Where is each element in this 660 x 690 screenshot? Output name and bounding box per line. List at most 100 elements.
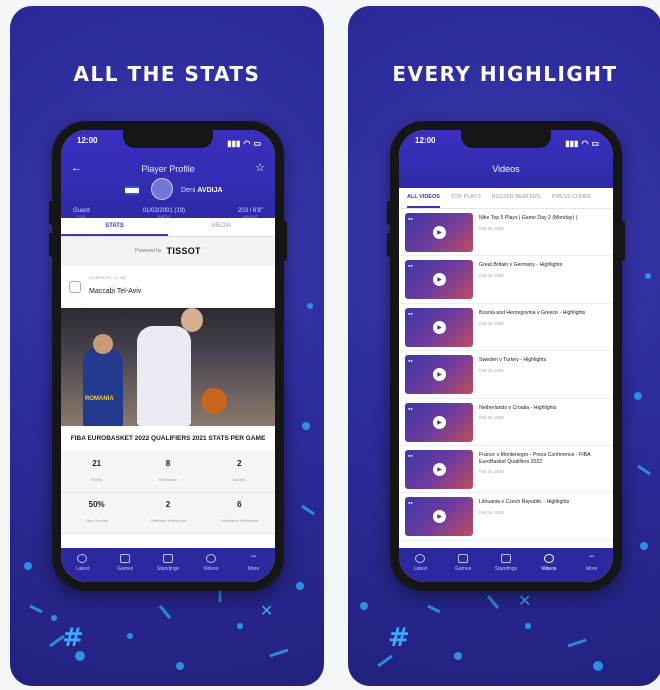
- fiba-logo-icon: ●●: [408, 452, 413, 458]
- fiba-logo-icon: ●●: [408, 263, 413, 269]
- volume-button: [387, 201, 390, 225]
- list-item[interactable]: ●● ▶ Sweden v Turkey - Highlights Feb 25, 2…: [399, 351, 613, 399]
- signal-icon: ▮▮▮: [227, 138, 241, 148]
- meta-label: HEIGHT: [242, 214, 259, 219]
- list-item[interactable]: ●● ▶ Netherlands v Croatia - Highlights Feb…: [399, 399, 613, 446]
- list-item[interactable]: ●● ▶ Bosnia and Herzegovina v Greece - Hig…: [399, 304, 613, 352]
- stat-label: Offensive Rebounds: [149, 518, 187, 523]
- phone-screen: 12:00 ▮▮▮ ◠ ▭ Videos ALL VIDEOS TOP PLAY…: [399, 130, 613, 582]
- tab-more[interactable]: ••• More: [572, 554, 612, 582]
- video-category-tabs: ALL VIDEOS TOP PLAYS BUZZER BEATERS PRES…: [399, 188, 613, 209]
- wifi-icon: ◠: [243, 138, 251, 148]
- stat-offensive-rebounds: 2 Offensive Rebounds: [132, 493, 204, 534]
- calendar-icon: [120, 554, 131, 563]
- svg-text:✕: ✕: [518, 591, 531, 610]
- video-thumbnail: ●● ▶: [405, 213, 473, 252]
- tab-latest[interactable]: Latest: [400, 554, 440, 582]
- tab-top-plays[interactable]: TOP PLAYS: [451, 188, 481, 208]
- israel-flag-icon: [125, 186, 139, 195]
- tab-standings[interactable]: Standings: [148, 554, 188, 582]
- play-icon: ▶: [433, 415, 446, 429]
- current-club[interactable]: CURRENT CLUB Maccabi Tel-Aviv: [61, 265, 275, 308]
- tab-videos[interactable]: Videos: [529, 554, 569, 582]
- tab-label: More: [585, 566, 598, 572]
- stat-label: Assists: [232, 477, 246, 482]
- photo-player-left-head: [93, 334, 113, 354]
- tab-label: Latest: [75, 566, 90, 572]
- list-item[interactable]: ●● ▶ Great Britain v Germany - Highlights F…: [399, 256, 613, 304]
- calendar-icon: [458, 554, 469, 563]
- promo-panel-stats: # ✕ ALL THE STATS 12:00 ▮▮▮ ◠ ▭ ← Player…: [10, 6, 324, 686]
- headline: ALL THE STATS: [73, 62, 261, 86]
- stat-rebounds: 8 Rebounds: [132, 452, 204, 493]
- video-date: Feb 25, 2020: [479, 415, 504, 421]
- page-title: Player Profile: [141, 164, 195, 174]
- club-name: Maccabi Tel-Aviv: [89, 288, 142, 295]
- svg-text:#: #: [388, 623, 410, 653]
- stat-points: 21 Points: [61, 452, 133, 493]
- powered-by-label: Powered by: [135, 248, 162, 254]
- tab-videos[interactable]: Videos: [191, 554, 231, 582]
- stat-value: 8: [165, 459, 171, 468]
- tab-media[interactable]: MEDIA: [168, 218, 275, 236]
- tab-all-videos[interactable]: ALL VIDEOS: [407, 188, 440, 208]
- stat-value: 50%: [88, 500, 105, 509]
- tab-label: Games: [117, 566, 134, 572]
- list-item[interactable]: ●● ▶ France v Montenegro - Press Conferenc…: [399, 446, 613, 494]
- video-title: Nike Top 5 Plays | Game Day 2 (Monday) |: [479, 215, 578, 221]
- fiba-logo-icon: ●●: [408, 500, 413, 506]
- stats-grid: 21 Points 8 Rebounds 2 Assists 50% Free Thro…: [61, 452, 275, 534]
- play-icon: ▶: [433, 368, 446, 382]
- stat-value: 6: [237, 500, 242, 509]
- stat-label: Points: [91, 477, 103, 482]
- play-circle-icon: [205, 554, 216, 563]
- tab-games[interactable]: Games: [105, 554, 145, 582]
- tab-more[interactable]: ••• More: [234, 554, 274, 582]
- meta-label: BIRTH: [157, 214, 170, 219]
- list-item[interactable]: ●● ▶ Lithuania v Czech Republic - Highligh…: [399, 493, 613, 541]
- video-title: Bosnia and Herzegovina v Greece - Highli…: [479, 309, 586, 316]
- video-title: Lithuania v Czech Republic - Highlights: [479, 499, 570, 506]
- play-icon: ▶: [433, 273, 446, 287]
- tab-press-conferences[interactable]: PRESS CONFE: [552, 188, 591, 208]
- tab-label: Latest: [413, 566, 428, 572]
- fiba-logo-icon: ●●: [408, 216, 413, 221]
- tab-label: Standings: [156, 566, 180, 572]
- club-shield-icon: [69, 280, 81, 293]
- tab-stats[interactable]: STATS: [61, 218, 168, 236]
- video-list: ●● ▶ Nike Top 5 Plays | Game Day 2 (Monday…: [399, 209, 613, 541]
- stat-value: 2: [237, 459, 242, 468]
- volume-button: [387, 233, 390, 257]
- volume-button: [49, 201, 52, 225]
- tab-latest[interactable]: Latest: [62, 554, 102, 582]
- tab-buzzer-beaters[interactable]: BUZZER BEATERS: [492, 188, 541, 208]
- player-first-name: Deni: [181, 187, 196, 194]
- list-item[interactable]: ●● ▶ Nike Top 5 Plays | Game Day 2 (Monday…: [399, 209, 613, 257]
- photo-player-right: [137, 326, 191, 426]
- avatar: [151, 178, 173, 200]
- meta-height: 203 / 6'8" HEIGHT: [238, 208, 263, 219]
- meta-label: POS: [77, 214, 86, 219]
- phone-mockup: 12:00 ▮▮▮ ◠ ▭ ← Player Profile ☆ Deni AV…: [49, 121, 287, 591]
- player-name: Deni AVDIJA: [181, 187, 223, 194]
- play-icon: ▶: [433, 510, 446, 524]
- stat-value: 21: [92, 459, 102, 468]
- stat-label: Free Throws: [85, 518, 108, 523]
- video-thumbnail: ●● ▶: [405, 307, 473, 347]
- promo-panel-highlights: # ✕ EVERY HIGHLIGHT 12:00 ▮▮▮ ◠ ▭ Videos…: [348, 6, 660, 686]
- sponsor-logo: TISSOT: [166, 246, 201, 256]
- tab-label: Videos: [541, 566, 557, 572]
- tab-standings[interactable]: Standings: [486, 554, 526, 582]
- favorite-star-icon[interactable]: ☆: [255, 161, 265, 174]
- tab-games[interactable]: Games: [443, 554, 483, 582]
- power-button: [622, 221, 625, 261]
- stat-defensive-rebounds: 6 Defensive Rebounds: [203, 493, 275, 534]
- tab-label: Standings: [494, 566, 518, 572]
- status-bar: 12:00 ▮▮▮ ◠ ▭: [399, 130, 613, 150]
- power-button: [284, 221, 287, 261]
- battery-icon: ▭: [253, 138, 261, 148]
- video-thumbnail: ●● ▶: [405, 260, 473, 300]
- play-icon: ▶: [433, 462, 446, 476]
- basketball-icon: [201, 388, 227, 414]
- video-date: Feb 25, 2020: [479, 367, 504, 373]
